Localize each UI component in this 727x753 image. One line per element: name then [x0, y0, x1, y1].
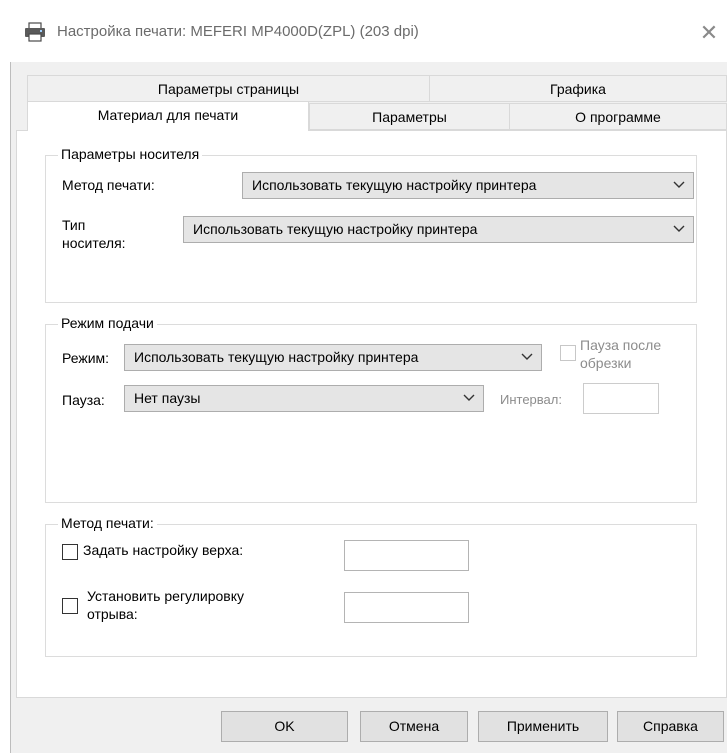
pause-label: Пауза:: [62, 392, 105, 408]
mode-value: Использовать текущую настройку принтера: [134, 349, 419, 365]
pause-after-cut-checkbox[interactable]: [560, 345, 576, 361]
media-type-value: Использовать текущую настройку принтера: [193, 221, 478, 237]
media-type-label-line1: Тип: [62, 217, 86, 233]
chevron-down-icon: [673, 225, 685, 232]
media-type-select[interactable]: Использовать текущую настройку принтера: [183, 216, 694, 243]
chevron-down-icon: [673, 181, 685, 188]
tab-print-media[interactable]: Материал для печати: [27, 101, 309, 131]
tab-about[interactable]: О программе: [509, 103, 727, 130]
print-method-select[interactable]: Использовать текущую настройку принтера: [242, 172, 694, 199]
group-title: Параметры носителя: [58, 146, 203, 162]
interval-label: Интервал:: [500, 392, 562, 407]
top-setting-checkbox[interactable]: [62, 544, 78, 560]
window-title: Настройка печати: MEFERI MP4000D(ZPL) (2…: [57, 23, 419, 40]
tab-page-parameters[interactable]: Параметры страницы: [27, 75, 430, 102]
pause-value: Нет паузы: [134, 390, 201, 406]
group-title: Режим подачи: [58, 315, 157, 331]
group-title: Метод печати:: [58, 515, 157, 531]
mode-label: Режим:: [62, 350, 110, 366]
chevron-down-icon: [521, 353, 533, 360]
apply-button[interactable]: Применить: [478, 711, 608, 742]
cancel-button[interactable]: Отмена: [360, 711, 468, 742]
ok-button[interactable]: OK: [221, 711, 348, 742]
top-setting-label: Задать настройку верха:: [83, 542, 244, 558]
tear-off-label-line1: Установить регулировку: [87, 588, 245, 604]
tear-off-input[interactable]: [344, 592, 469, 623]
printer-icon: [25, 22, 45, 42]
close-button[interactable]: ✕: [694, 18, 724, 48]
tear-off-checkbox[interactable]: [62, 598, 78, 614]
pause-after-cut-label-line2: обрезки: [580, 355, 632, 371]
pause-select[interactable]: Нет паузы: [124, 385, 484, 412]
mode-select[interactable]: Использовать текущую настройку принтера: [124, 344, 542, 371]
help-button[interactable]: Справка: [617, 711, 724, 742]
media-type-label-line2: носителя:: [62, 235, 126, 251]
print-method-label: Метод печати:: [62, 177, 155, 193]
tab-panel-print-media: Параметры носителя Метод печати: Использ…: [16, 130, 727, 698]
interval-input[interactable]: [583, 383, 659, 414]
top-setting-input[interactable]: [344, 540, 469, 571]
tab-parameters[interactable]: Параметры: [309, 103, 510, 130]
pause-after-cut-label-line1: Пауза после: [580, 337, 662, 353]
tear-off-label-line2: отрыва:: [87, 606, 138, 622]
print-settings-dialog: Настройка печати: MEFERI MP4000D(ZPL) (2…: [0, 0, 727, 753]
title-bar: Настройка печати: MEFERI MP4000D(ZPL) (2…: [0, 0, 727, 62]
print-method-value: Использовать текущую настройку принтера: [252, 177, 537, 193]
chevron-down-icon: [463, 394, 475, 401]
tab-graphics[interactable]: Графика: [429, 75, 727, 102]
